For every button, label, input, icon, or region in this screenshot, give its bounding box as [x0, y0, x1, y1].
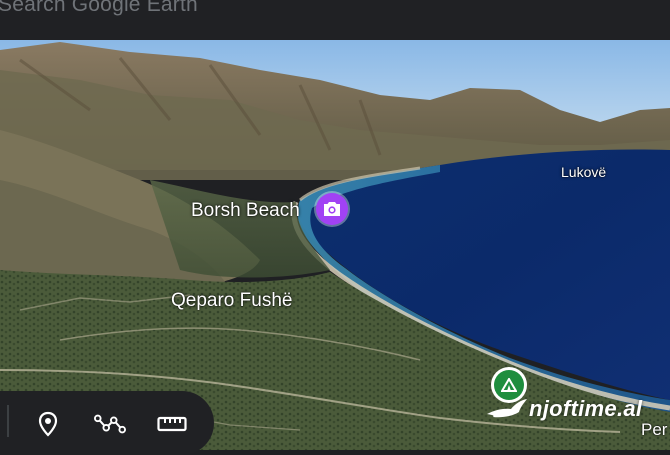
path-icon — [94, 414, 126, 434]
watermark-text: njoftime.al — [529, 396, 643, 421]
camping-tent-icon — [501, 378, 517, 392]
place-label-borsh-beach[interactable]: Borsh Beach — [191, 200, 300, 222]
top-bar: Search Google Earth — [0, 0, 670, 40]
watermark: njoftime.al — [485, 396, 642, 422]
place-label-qeparo-fushe[interactable]: Qeparo Fushë — [171, 290, 292, 312]
ruler-icon — [157, 416, 187, 432]
photo-marker[interactable] — [316, 193, 348, 225]
bird-logo — [487, 399, 527, 418]
place-label-per[interactable]: Per — [641, 420, 667, 440]
map-view[interactable]: Borsh Beach Qeparo Fushë Lukovë Per — [0, 40, 670, 450]
camera-icon — [324, 202, 340, 216]
measure-button[interactable] — [156, 408, 188, 440]
draw-path-button[interactable] — [94, 408, 126, 440]
add-placemark-button[interactable] — [32, 408, 64, 440]
search-input[interactable]: Search Google Earth — [0, 0, 198, 17]
earth-3d-view[interactable] — [0, 40, 670, 450]
location-pin-icon — [38, 411, 58, 437]
toolbar-divider — [7, 405, 9, 437]
place-label-lukove[interactable]: Lukovë — [561, 164, 606, 180]
